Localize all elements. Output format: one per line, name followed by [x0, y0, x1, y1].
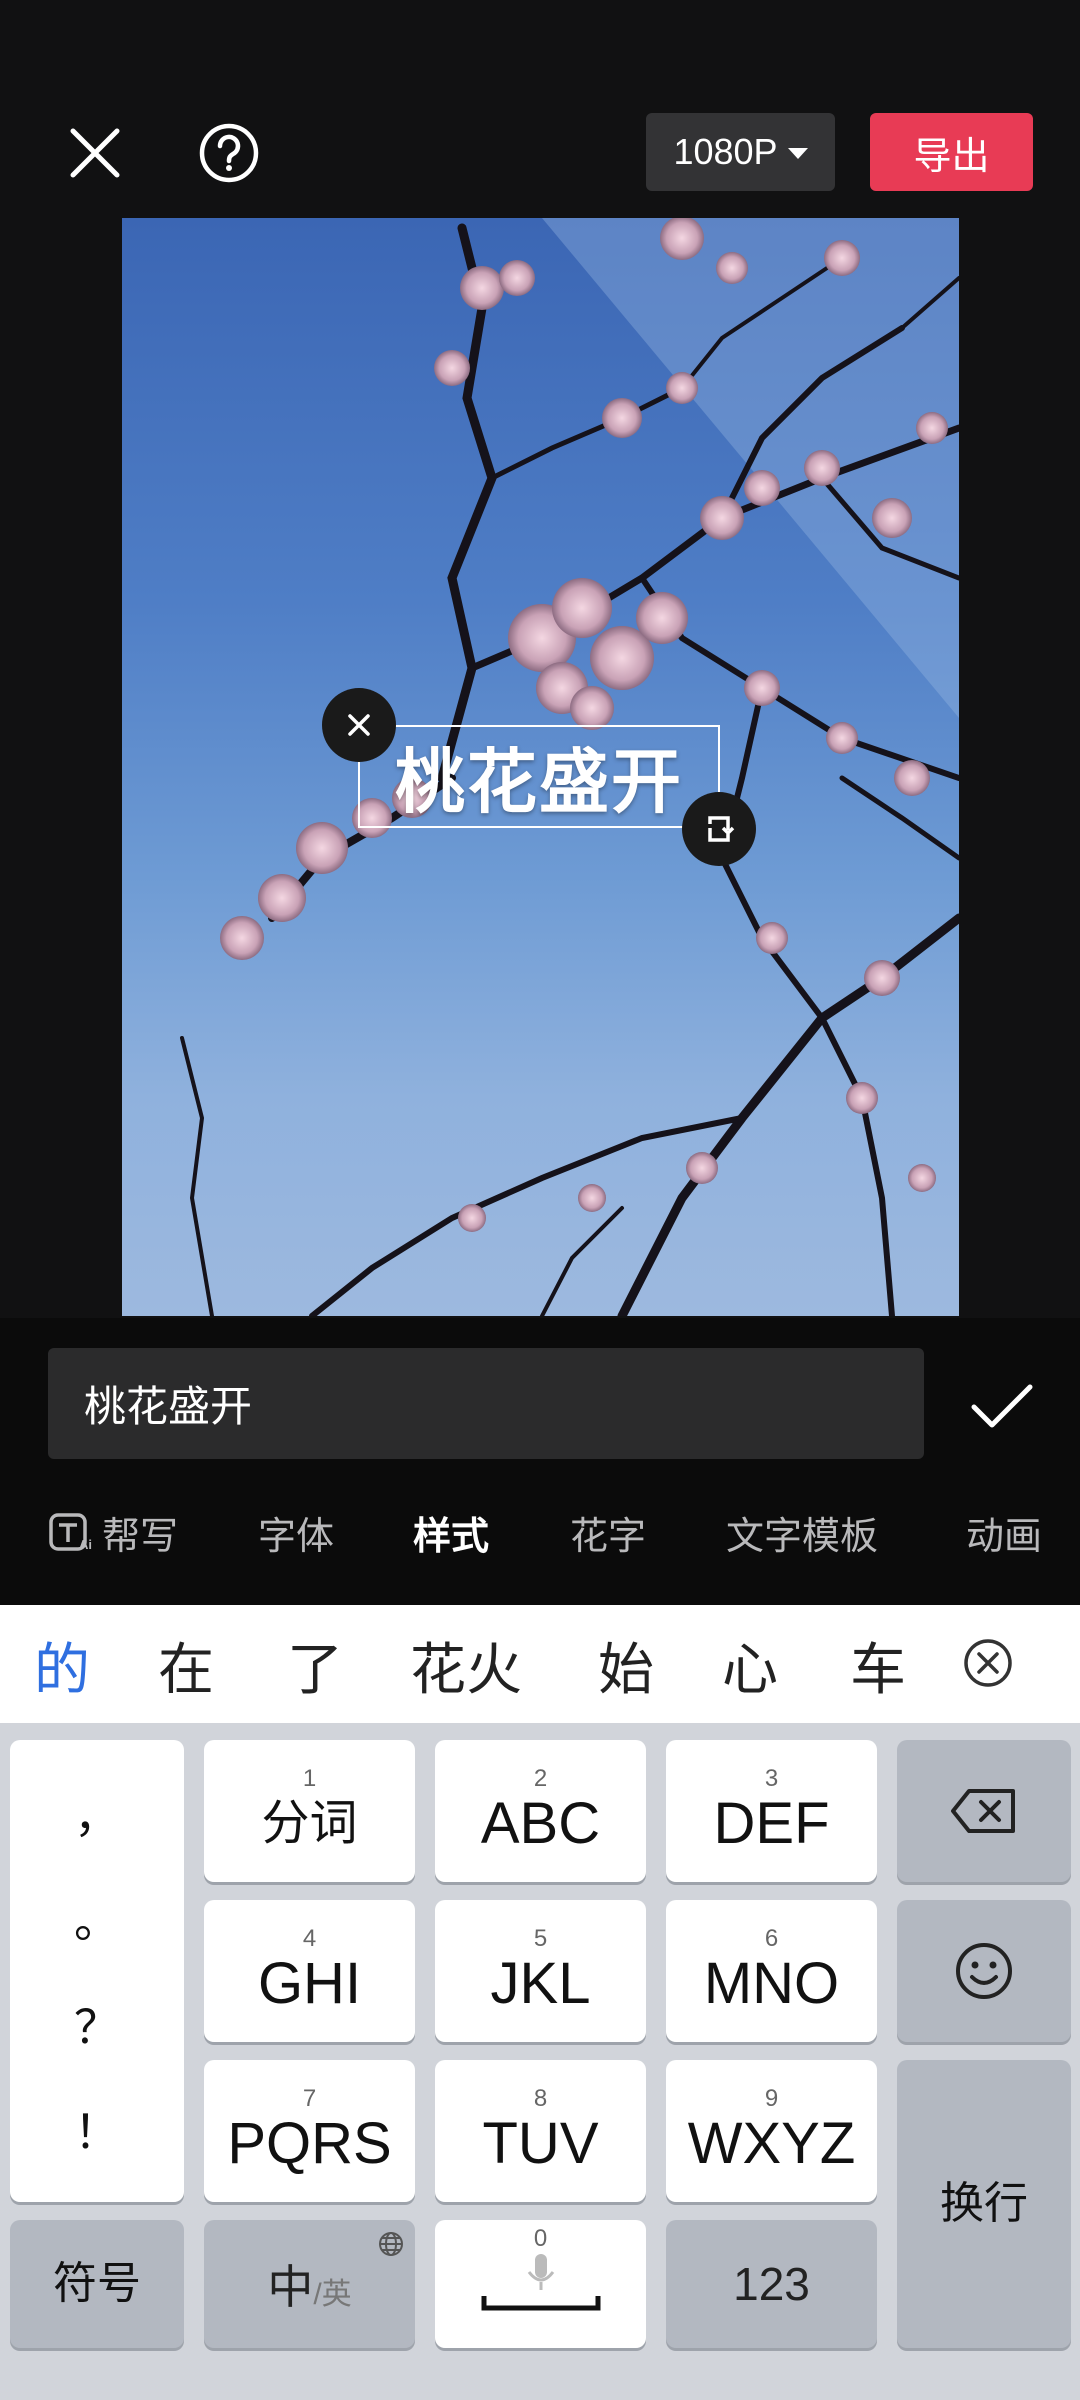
text-overlay[interactable]: 桃花盛开	[358, 725, 720, 828]
help-icon[interactable]	[194, 118, 264, 188]
collapse-candidates-icon[interactable]	[960, 1635, 1016, 1691]
lang-sub: /英	[313, 2278, 352, 2311]
lang-main: 中	[267, 2261, 314, 2313]
key-label: TUV	[482, 2111, 599, 2176]
punct-exclaim[interactable]: ！	[10, 2096, 184, 2162]
key-4[interactable]: 4 GHI	[204, 1900, 415, 2042]
candidate-word[interactable]: 车	[850, 1625, 906, 1705]
tab-style[interactable]: 样式	[413, 1500, 489, 1564]
key-7[interactable]: 7 PQRS	[204, 2060, 415, 2202]
key-5[interactable]: 5 JKL	[435, 1900, 646, 2042]
punct-question[interactable]: ？	[10, 1991, 184, 2057]
key-label: ABC	[480, 1791, 601, 1856]
candidate-word[interactable]: 的	[34, 1625, 90, 1705]
language-switch-key[interactable]: 中 /英	[204, 2220, 415, 2348]
key-num: 1	[302, 1765, 317, 1792]
tab-font[interactable]: 字体	[258, 1500, 334, 1564]
tab-fancy-text[interactable]: 花字	[570, 1500, 646, 1564]
key-num: 0	[533, 2225, 548, 2252]
symbol-label: 符号	[53, 2259, 141, 2308]
candidate-word[interactable]: 了	[287, 1625, 343, 1705]
resolution-label: 1080P	[673, 131, 778, 172]
space-key[interactable]: 0	[435, 2220, 646, 2348]
tab-label: 帮写	[102, 1515, 179, 1558]
key-label: PQRS	[227, 2111, 392, 2176]
confirm-check-icon[interactable]	[960, 1364, 1044, 1448]
delete-text-icon[interactable]	[322, 688, 396, 762]
rotate-scale-icon[interactable]	[682, 792, 756, 866]
tab-ai-write[interactable]: Ai 帮写	[48, 1500, 178, 1564]
candidate-word[interactable]: 心	[722, 1625, 778, 1705]
punctuation-column[interactable]: ， 。 ？ ！	[10, 1740, 184, 2202]
enter-label: 换行	[940, 2179, 1028, 2228]
key-label: DEF	[713, 1791, 830, 1856]
key-6[interactable]: 6 MNO	[666, 1900, 877, 2042]
tab-text-template[interactable]: 文字模板	[726, 1500, 878, 1564]
export-button[interactable]: 导出	[870, 113, 1033, 191]
resolution-dropdown[interactable]: 1080P	[646, 113, 835, 191]
key-num: 7	[302, 2085, 317, 2112]
backspace-icon	[951, 1789, 1015, 1833]
key-label: 分词	[261, 1797, 358, 1850]
microphone-icon	[527, 2254, 554, 2290]
key-label: GHI	[257, 1951, 362, 2016]
emoji-icon	[956, 1943, 1012, 1999]
globe-icon	[379, 2232, 403, 2256]
key-num: 2	[533, 1765, 548, 1792]
punct-period[interactable]: 。	[10, 1885, 184, 1951]
key-num: 9	[764, 2085, 779, 2112]
svg-text:Ai: Ai	[79, 1537, 92, 1552]
symbol-key[interactable]: 符号	[10, 2220, 184, 2348]
key-1[interactable]: 1 分词	[204, 1740, 415, 1882]
key-2[interactable]: 2 ABC	[435, 1740, 646, 1882]
tab-animation[interactable]: 动画	[966, 1500, 1042, 1564]
key-num: 6	[764, 1925, 779, 1952]
candidate-word[interactable]: 始	[598, 1625, 654, 1705]
text-input-field[interactable]: 桃花盛开	[48, 1348, 924, 1459]
close-icon[interactable]	[62, 120, 128, 186]
punct-comma[interactable]: ，	[10, 1780, 184, 1846]
key-label: JKL	[490, 1951, 591, 2016]
enter-key[interactable]: 换行	[897, 2060, 1071, 2348]
candidate-word[interactable]: 花火	[410, 1625, 522, 1705]
candidate-word[interactable]: 在	[158, 1625, 214, 1705]
key-num: 5	[533, 1925, 548, 1952]
key-label: MNO	[703, 1951, 840, 2016]
key-num: 3	[764, 1765, 779, 1792]
emoji-key[interactable]	[897, 1900, 1071, 2042]
ai-write-icon: Ai	[48, 1512, 94, 1552]
backspace-key[interactable]	[897, 1740, 1071, 1882]
key-3[interactable]: 3 DEF	[666, 1740, 877, 1882]
key-8[interactable]: 8 TUV	[435, 2060, 646, 2202]
key-9[interactable]: 9 WXYZ	[666, 2060, 877, 2202]
key-num: 8	[533, 2085, 548, 2112]
numbers-key[interactable]: 123	[666, 2220, 877, 2348]
dropdown-arrow-icon	[787, 147, 808, 159]
space-bar-icon	[481, 2296, 600, 2311]
key-num: 4	[302, 1925, 317, 1952]
key-label: WXYZ	[687, 2111, 856, 2176]
numbers-label: 123	[733, 2258, 810, 2310]
